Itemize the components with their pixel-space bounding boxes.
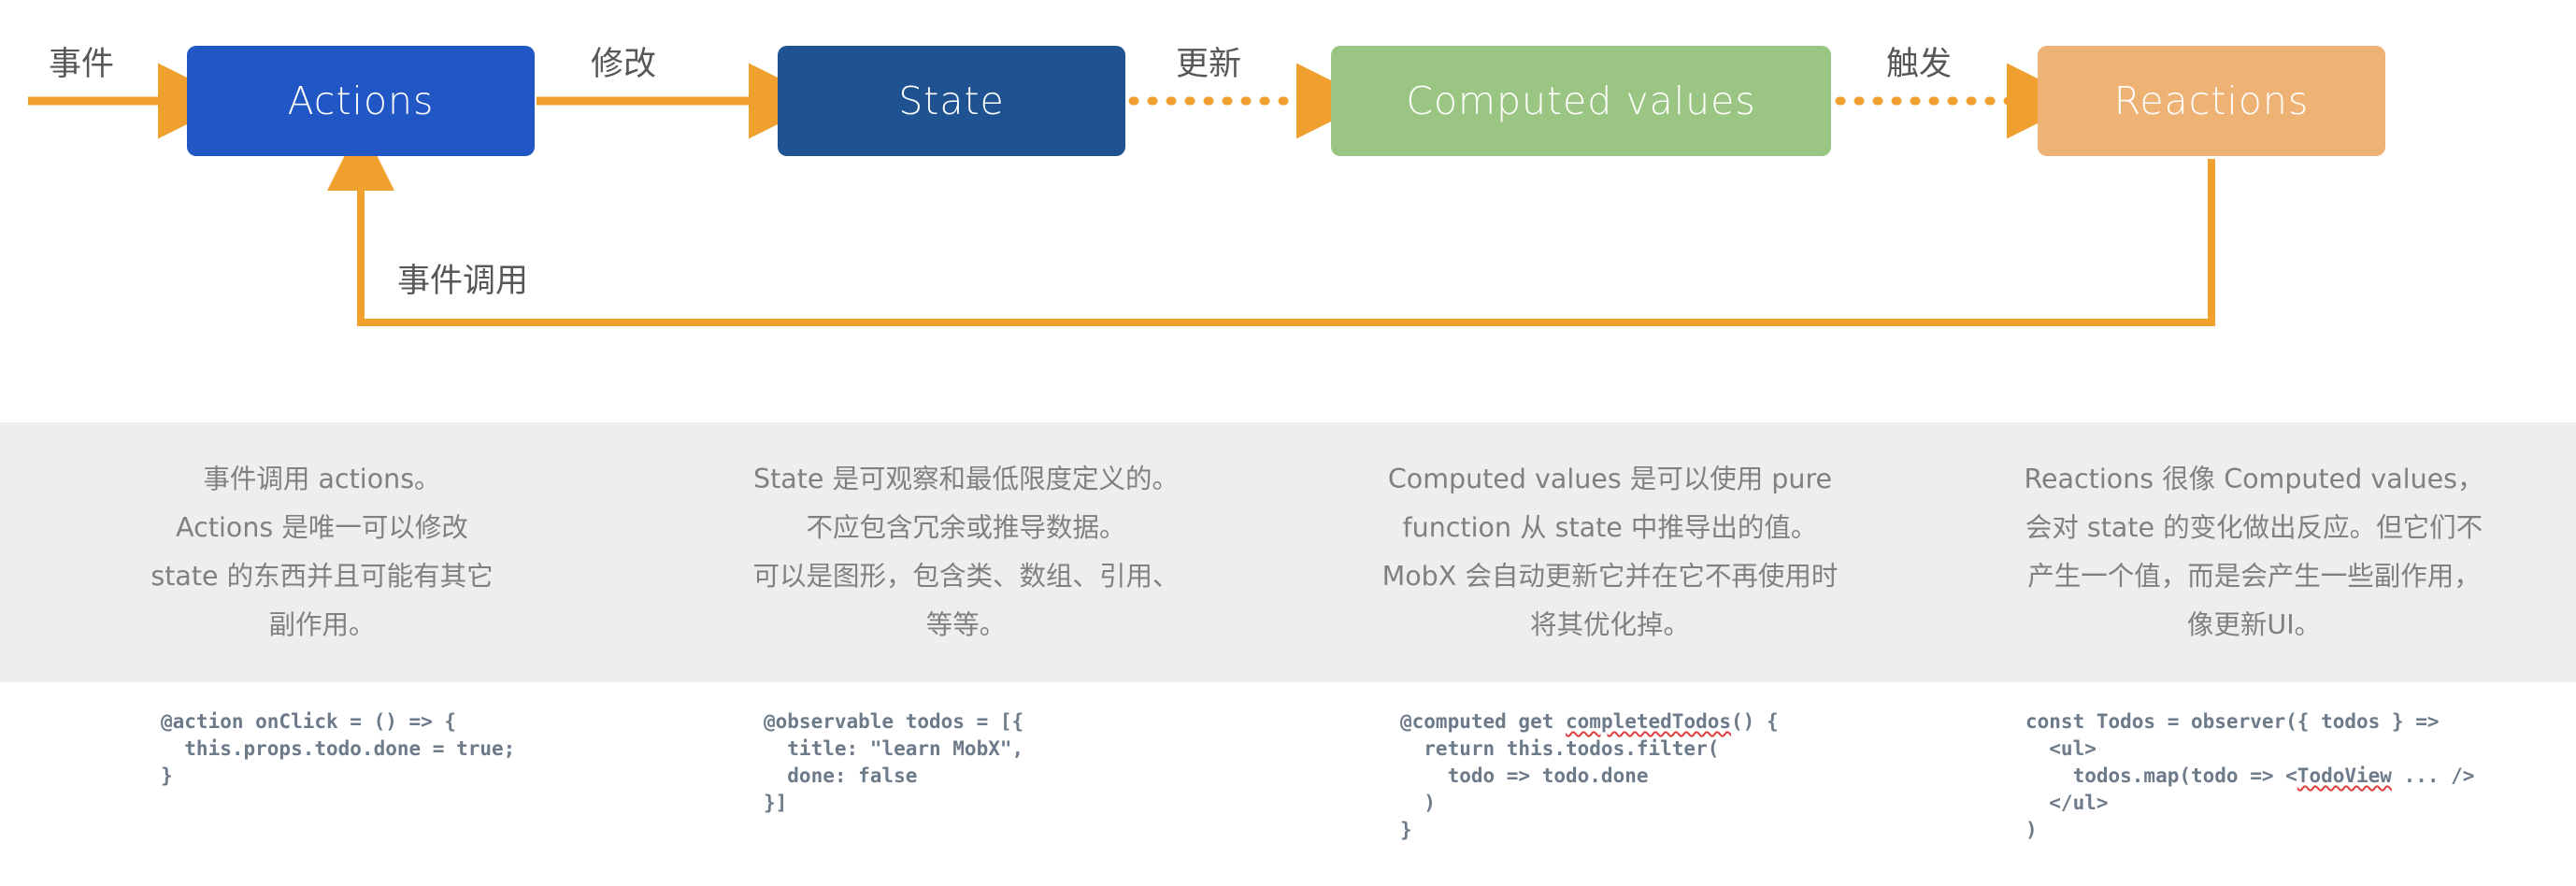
node-state[interactable]: State [778, 46, 1125, 156]
code-sample-state: @observable todos = [{ title: "learn Mob… [644, 682, 1288, 886]
edge-label-modify: 修改 [591, 46, 657, 83]
description-computed-values-text: Computed values 是可以使用 pure function 从 sta… [1381, 464, 1839, 640]
node-reactions[interactable]: Reactions [2038, 46, 2385, 156]
edge-label-event-invoke: 事件调用 [397, 263, 529, 300]
code-sample-reactions-text: const Todos = observer({ todos } => <ul>… [2025, 710, 2475, 841]
node-reactions-label: Reactions [2113, 79, 2310, 123]
node-actions-label: Actions [287, 79, 435, 123]
code-sample-reactions: const Todos = observer({ todos } => <ul>… [1932, 682, 2576, 886]
description-state-text: State 是可观察和最低限度定义的。 不应包含冗余或推导数据。 可以是图形，包含类… [752, 464, 1180, 640]
node-actions[interactable]: Actions [187, 46, 535, 156]
description-actions: 事件调用 actions。 Actions 是唯一可以修改 state 的东西并且可… [0, 422, 644, 682]
description-reactions-text: Reactions 很像 Computed values， 会对 state 的变… [2024, 464, 2484, 640]
description-band: 事件调用 actions。 Actions 是唯一可以修改 state 的东西并且可… [0, 422, 2576, 682]
diagram-page: Actions State Computed values Reactions … [0, 0, 2576, 886]
code-sample-computed-values: @computed get completedTodos() { return … [1288, 682, 1932, 886]
edge-label-event: 事件 [49, 46, 115, 83]
edge-label-trigger: 触发 [1886, 46, 1953, 83]
description-reactions: Reactions 很像 Computed values， 会对 state 的变… [1932, 422, 2576, 682]
code-band: @action onClick = () => { this.props.tod… [0, 682, 2576, 886]
description-state: State 是可观察和最低限度定义的。 不应包含冗余或推导数据。 可以是图形，包含类… [644, 422, 1288, 682]
node-computed-values-label: Computed values [1406, 79, 1756, 123]
description-computed-values: Computed values 是可以使用 pure function 从 sta… [1288, 422, 1932, 682]
description-actions-text: 事件调用 actions。 Actions 是唯一可以修改 state 的东西并且可… [150, 464, 494, 640]
code-sample-computed-values-text: @computed get completedTodos() { return … [1400, 710, 1779, 841]
code-sample-actions: @action onClick = () => { this.props.tod… [0, 682, 644, 886]
code-sample-actions-text: @action onClick = () => { this.props.tod… [161, 710, 516, 787]
code-sample-state-text: @observable todos = [{ title: "learn Mob… [764, 710, 1024, 814]
flow-diagram: Actions State Computed values Reactions … [0, 0, 2576, 422]
edge-label-update: 更新 [1176, 46, 1242, 83]
node-computed-values[interactable]: Computed values [1331, 46, 1831, 156]
arrow-event-invoke-loop [327, 123, 2215, 326]
node-state-label: State [898, 79, 1005, 123]
